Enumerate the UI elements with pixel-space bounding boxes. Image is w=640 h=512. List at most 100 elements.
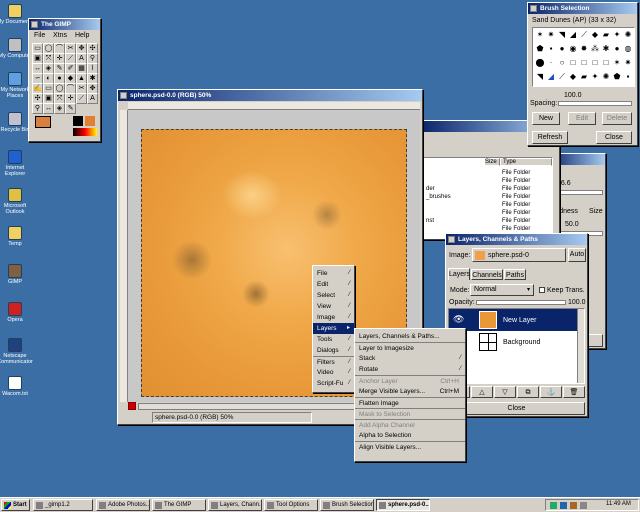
eye-icon[interactable]: 👁 [453,314,464,325]
anchor-layer-button[interactable]: ⚓ [540,386,562,398]
image-selector[interactable]: sphere.psd-0 [472,248,566,262]
lower-layer-button[interactable]: ▽ [494,386,516,398]
brush-item[interactable]: □ [590,58,600,68]
brush-item[interactable]: ✸ [579,44,589,54]
desktop-icon[interactable]: Temp [0,226,34,247]
tool-button[interactable]: ⟋ [76,93,87,104]
layers-titlebar[interactable]: Layers, Channels & Paths [446,234,587,245]
desktop-icon[interactable]: Opera [0,302,34,323]
delete-brush-button[interactable]: Delete [602,112,632,125]
tool-button[interactable]: ⚲ [32,103,43,114]
duplicate-layer-button[interactable]: ⧉ [517,386,539,398]
tool-button[interactable]: ↔ [43,103,54,114]
brush-item[interactable]: ▪ [623,72,633,82]
brush-item[interactable]: ◆ [568,72,578,82]
brush-item[interactable]: □ [601,58,611,68]
toolbox-titlebar[interactable]: The GIMP [29,19,100,30]
context-menu-item-filters[interactable]: Filters ⁄ [313,356,354,367]
layers-submenu-item[interactable]: Stack ⁄ [355,353,465,364]
context-menu-item-select[interactable]: Select ⁄ [313,290,354,301]
close-brush-button[interactable]: Close [596,131,632,144]
brush-item[interactable]: ○ [557,58,567,68]
brush-item[interactable]: ▰ [579,72,589,82]
mode-dropdown[interactable]: Normal ▾ [470,284,534,296]
brush-item[interactable]: ✶ [612,58,622,68]
layers-submenu-item[interactable]: Layers, Channels & Paths... [355,331,465,342]
menu-file[interactable]: File [34,32,45,39]
brush-item[interactable]: ✦ [612,30,622,40]
file-list[interactable]: Size Type File Folder File Folder der File … [423,157,553,240]
brush-item[interactable]: ◆ [590,30,600,40]
close-layers-button[interactable]: Close [448,402,585,415]
desktop-icon[interactable]: Internet Explorer [0,150,34,177]
layers-submenu-item[interactable]: Mask to Selection [355,408,465,419]
tray-icon[interactable] [570,502,577,509]
tool-button[interactable]: ◈ [54,103,65,114]
layers-submenu-item[interactable]: Merge Visible Layers... Ctrl+M [355,386,465,397]
brush-item[interactable]: ◢ [546,72,556,82]
desktop-icon[interactable]: Netscape Communicator [0,338,34,365]
context-menu-item-layers[interactable]: Layers ▸ [313,323,354,334]
tab-paths[interactable]: Paths [504,269,526,280]
context-menu-item-view[interactable]: View ⁄ [313,301,354,312]
pattern-preview[interactable] [85,116,95,126]
brush-item[interactable]: ✶ [535,30,545,40]
slider-track[interactable] [553,190,603,195]
file-name[interactable]: nst [426,218,434,224]
brush-preview[interactable] [73,116,83,126]
fg-color-swatch[interactable] [35,116,51,128]
brush-item[interactable]: ◉ [568,44,578,54]
gradient-preview[interactable] [73,128,97,136]
raise-layer-button[interactable]: △ [471,386,493,398]
brush-item[interactable]: ◢ [568,30,578,40]
refresh-button[interactable]: Refresh [532,131,568,144]
layer-row-new-layer[interactable]: 👁 New Layer [449,309,577,331]
edit-brush-button[interactable]: Edit [568,112,596,125]
column-header-type[interactable]: Type [500,158,552,166]
layer-list[interactable]: 👁 New Layer Background [448,308,585,384]
context-menu-item-image[interactable]: Image ⁄ [313,312,354,323]
layers-submenu-item[interactable]: Align Visible Layers... [355,441,465,452]
context-menu-item-tools[interactable]: Tools ⁄ [313,334,354,345]
tray-icon[interactable] [560,502,567,509]
brush-item[interactable]: □ [579,58,589,68]
layers-submenu-item[interactable]: Rotate ⁄ [355,364,465,375]
brush-item[interactable]: ✦ [590,72,600,82]
column-header-size[interactable]: Size [484,158,500,166]
taskbar-item[interactable]: Brush Selection [320,499,374,511]
tool-options-size-label[interactable]: Size [589,208,603,215]
brush-item[interactable]: □ [568,58,578,68]
brush-item[interactable]: ⟋ [557,72,567,82]
delete-layer-button[interactable]: 🗑 [563,386,585,398]
context-menu-item-file[interactable]: File ⁄ [313,268,354,279]
tool-button[interactable]: A [87,93,98,104]
taskbar-item[interactable]: Tool Options [264,499,318,511]
desktop-icon[interactable]: Microsoft Outlook [0,188,34,215]
context-menu-item-video[interactable]: Video ⁄ [313,367,354,378]
layers-submenu-item[interactable]: Flatten Image [355,397,465,408]
tab-layers[interactable]: Layers [448,268,470,280]
tray-icon[interactable] [580,502,587,509]
context-menu-item-scriptfu[interactable]: Script-Fu ⁄ [313,378,354,389]
layer-list-scrollbar[interactable] [577,309,584,383]
new-brush-button[interactable]: New [532,112,560,125]
taskbar-item[interactable]: sphere.psd-0... [376,499,430,511]
taskbar-item[interactable]: Adobe Photos... [96,499,150,511]
menu-help[interactable]: Help [75,32,89,39]
layers-submenu-item[interactable]: Layer to Imagesize [355,342,465,353]
layer-row-background[interactable]: Background [449,331,577,353]
opacity-slider[interactable] [476,300,566,305]
brush-item[interactable]: ⬟ [612,72,622,82]
brush-item[interactable]: ✺ [623,30,633,40]
tray-icon[interactable] [550,502,557,509]
brush-item[interactable]: ● [557,44,567,54]
keep-trans-checkbox[interactable] [539,287,545,293]
auto-button[interactable]: Auto [568,248,586,262]
brush-item[interactable]: ● [612,44,622,54]
file-name[interactable]: der [426,186,435,192]
layers-submenu-item[interactable]: Add Alpha Channel [355,419,465,430]
desktop-icon[interactable]: Wacom.txt [0,376,34,397]
image-window-titlebar[interactable]: sphere.psd-0.0 (RGB) 50% [118,90,422,101]
taskbar-item[interactable]: Layers, Chann... [208,499,262,511]
brush-item[interactable]: ▪ [546,44,556,54]
